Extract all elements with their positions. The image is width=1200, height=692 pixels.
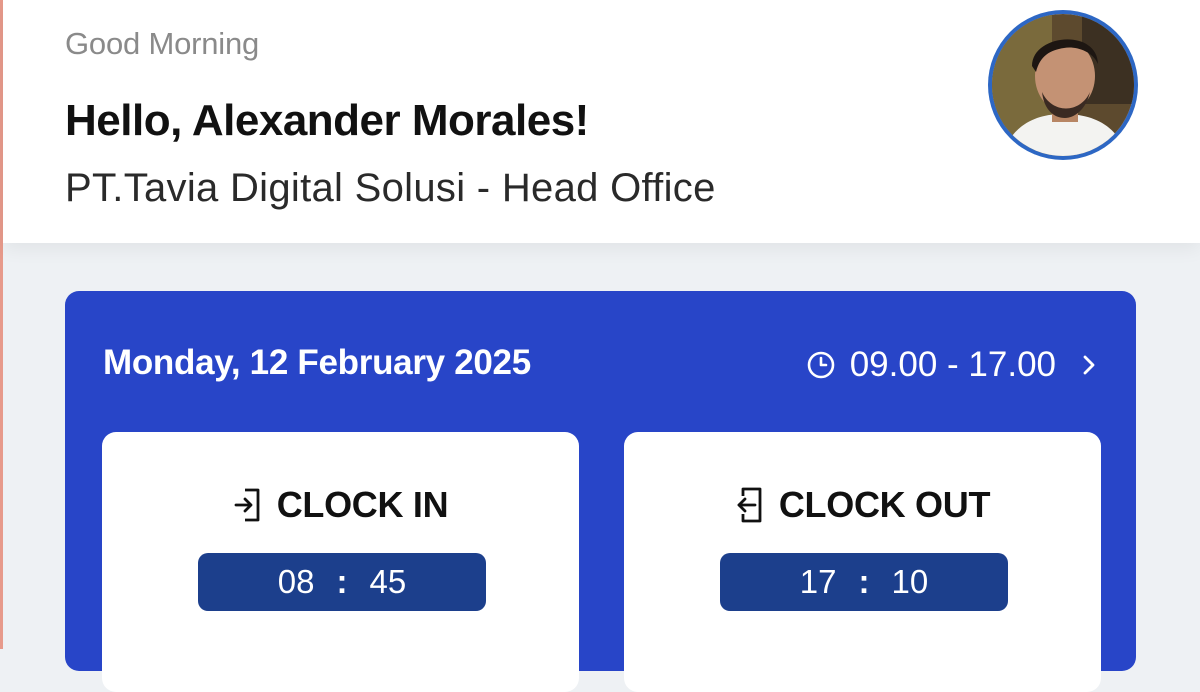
greeting-header: Good Morning Hello, Alexander Morales! P… bbox=[3, 0, 1200, 243]
clock-in-label: CLOCK IN bbox=[276, 484, 449, 525]
clock-out-panel[interactable]: CLOCK OUT 17 : 10 bbox=[624, 432, 1101, 692]
clock-out-label: CLOCK OUT bbox=[778, 484, 991, 525]
attendance-card: Monday, 12 February 2025 09.00 - 17.00 C… bbox=[65, 291, 1136, 692]
user-greeting-title: Hello, Alexander Morales! bbox=[65, 96, 589, 145]
login-icon bbox=[234, 488, 260, 522]
shift-time: 09.00 - 17.00 bbox=[849, 345, 1056, 384]
user-avatar[interactable] bbox=[988, 10, 1138, 160]
clock-icon bbox=[807, 351, 835, 379]
chevron-right-icon bbox=[1083, 355, 1095, 375]
clock-in-hour: 08 bbox=[277, 563, 315, 600]
clock-out-hour: 17 bbox=[799, 563, 837, 600]
clock-in-minute: 45 bbox=[369, 563, 407, 600]
clock-out-minute: 10 bbox=[891, 563, 929, 600]
shift-schedule-link[interactable]: 09.00 - 17.00 bbox=[806, 343, 1098, 387]
clock-out-separator: : bbox=[858, 563, 870, 600]
clock-out-title: CLOCK OUT bbox=[624, 484, 1101, 526]
greeting-text: Good Morning bbox=[65, 26, 260, 61]
clock-in-time: 08 : 45 bbox=[198, 553, 486, 611]
attendance-date: Monday, 12 February 2025 bbox=[103, 343, 531, 382]
clock-in-panel[interactable]: CLOCK IN 08 : 45 bbox=[102, 432, 579, 692]
clock-in-title: CLOCK IN bbox=[102, 484, 579, 526]
clock-in-separator: : bbox=[336, 563, 348, 600]
clock-out-time: 17 : 10 bbox=[720, 553, 1008, 611]
logout-icon bbox=[737, 487, 762, 523]
avatar-photo bbox=[992, 14, 1134, 156]
avatar-photo-icon bbox=[992, 14, 1134, 156]
company-office-name: PT.Tavia Digital Solusi - Head Office bbox=[65, 166, 716, 210]
